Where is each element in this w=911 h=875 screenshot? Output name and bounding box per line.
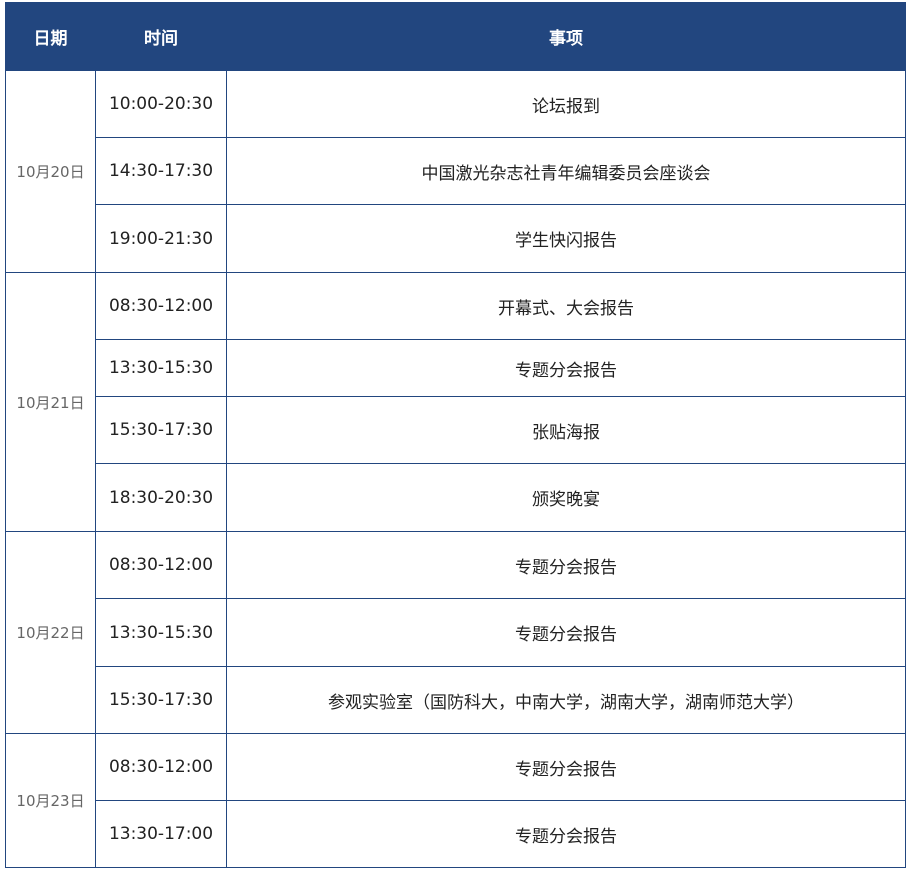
time-cell: 14:30-17:30 bbox=[95, 137, 227, 205]
item-cell: 开幕式、大会报告 bbox=[226, 272, 906, 340]
table-row: 14:30-17:30 中国激光杂志社青年编辑委员会座谈会 bbox=[6, 137, 906, 205]
item-cell: 张贴海报 bbox=[226, 396, 906, 464]
time-cell: 08:30-12:00 bbox=[95, 531, 227, 599]
item-cell: 专题分会报告 bbox=[226, 598, 906, 667]
time-cell: 10:00-20:30 bbox=[95, 70, 227, 138]
table-row: 13:30-17:00 专题分会报告 bbox=[6, 800, 906, 868]
time-cell: 08:30-12:00 bbox=[95, 272, 227, 340]
time-cell: 18:30-20:30 bbox=[95, 463, 227, 532]
schedule-body: 10月20日 10:00-20:30 论坛报到 14:30-17:30 中国激光杂志社青… bbox=[5, 70, 906, 868]
table-row: 15:30-17:30 参观实验室（国防科大，中南大学，湖南大学，湖南师范大学） bbox=[6, 666, 906, 734]
date-cell: 10月20日 bbox=[5, 70, 96, 273]
header-item: 事项 bbox=[226, 2, 906, 71]
schedule-table: 日期 时间 事项 10月20日 10:00-20:30 论坛报到 14:30-17:3… bbox=[5, 2, 906, 868]
table-row: 10月23日 08:30-12:00 专题分会报告 bbox=[5, 733, 906, 868]
header-date: 日期 bbox=[5, 2, 96, 71]
header-row: 日期 时间 事项 bbox=[5, 2, 906, 71]
table-row: 10月22日 08:30-12:00 专题分会报告 bbox=[5, 531, 906, 734]
table-row: 15:30-17:30 张贴海报 bbox=[6, 396, 906, 464]
date-cell: 10月23日 bbox=[5, 733, 96, 868]
table-row: 10月21日 08:30-12:00 开幕式、大会报告 bbox=[5, 272, 906, 532]
time-cell: 13:30-15:30 bbox=[95, 339, 227, 397]
time-cell: 08:30-12:00 bbox=[95, 733, 227, 801]
table-row: 19:00-21:30 学生快闪报告 bbox=[6, 204, 906, 273]
table-row: 10月20日 10:00-20:30 论坛报到 bbox=[5, 70, 906, 273]
time-cell: 13:30-17:00 bbox=[95, 800, 227, 868]
time-cell: 19:00-21:30 bbox=[95, 204, 227, 273]
time-cell: 13:30-15:30 bbox=[95, 598, 227, 667]
header-time: 时间 bbox=[95, 2, 227, 71]
item-cell: 论坛报到 bbox=[226, 70, 906, 138]
item-cell: 学生快闪报告 bbox=[226, 204, 906, 273]
item-cell: 专题分会报告 bbox=[226, 339, 906, 397]
item-cell: 参观实验室（国防科大，中南大学，湖南大学，湖南师范大学） bbox=[226, 666, 906, 734]
schedule-container: 日期 时间 事项 10月20日 10:00-20:30 论坛报到 14:30-17:3… bbox=[5, 2, 906, 868]
table-row: 18:30-20:30 颁奖晚宴 bbox=[6, 463, 906, 532]
table-row: 13:30-15:30 专题分会报告 bbox=[6, 339, 906, 397]
table-row: 13:30-15:30 专题分会报告 bbox=[6, 598, 906, 667]
item-cell: 颁奖晚宴 bbox=[226, 463, 906, 532]
item-cell: 专题分会报告 bbox=[226, 733, 906, 801]
date-cell: 10月22日 bbox=[5, 531, 96, 734]
item-cell: 中国激光杂志社青年编辑委员会座谈会 bbox=[226, 137, 906, 205]
time-cell: 15:30-17:30 bbox=[95, 666, 227, 734]
date-cell: 10月21日 bbox=[5, 272, 96, 532]
item-cell: 专题分会报告 bbox=[226, 800, 906, 868]
item-cell: 专题分会报告 bbox=[226, 531, 906, 599]
time-cell: 15:30-17:30 bbox=[95, 396, 227, 464]
